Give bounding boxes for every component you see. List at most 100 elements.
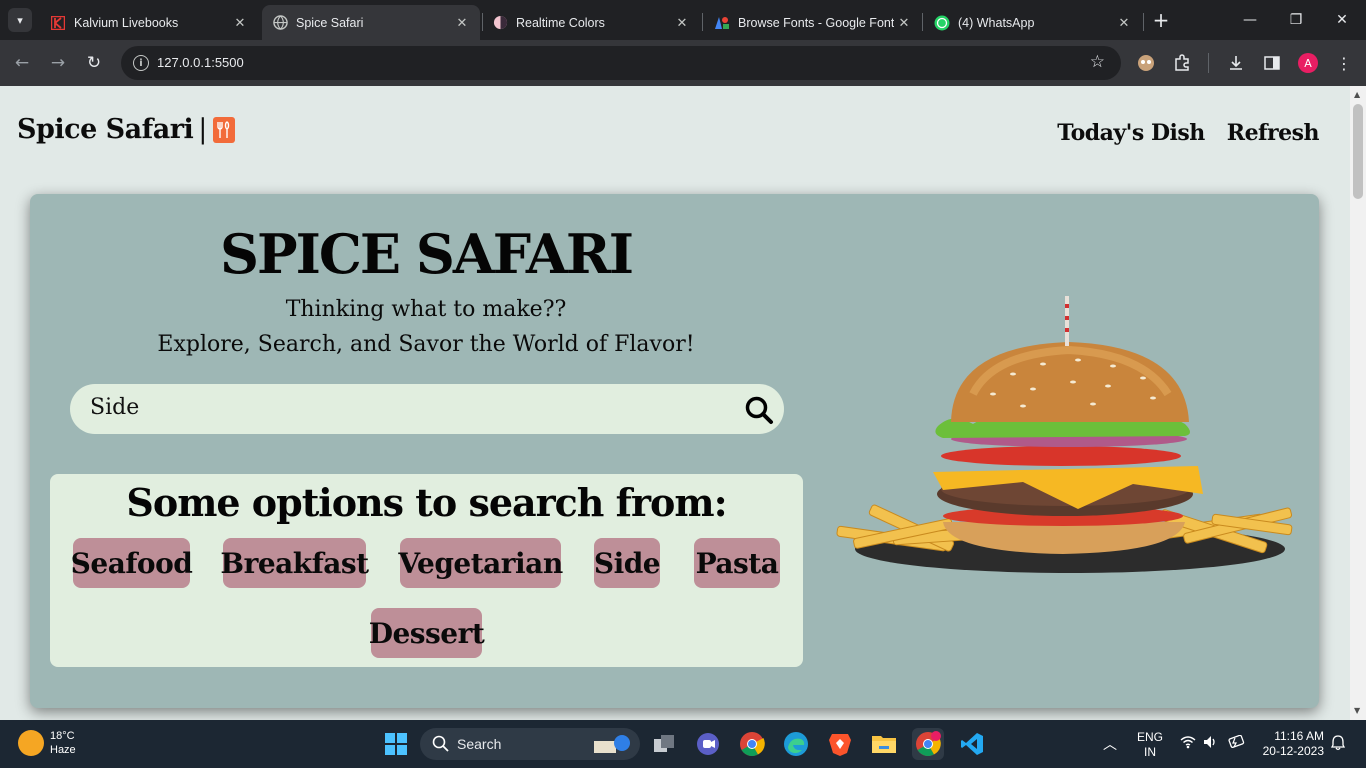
chrome-profile-icon[interactable] bbox=[912, 728, 944, 760]
google-fonts-favicon-icon bbox=[714, 15, 730, 31]
clock[interactable]: 11:16 AM 20-12-2023 bbox=[1258, 729, 1324, 759]
close-icon[interactable]: ✕ bbox=[230, 13, 250, 33]
browser-tab-bar: ▾ Kalvium Livebooks ✕ Spice Safari ✕ Rea… bbox=[0, 0, 1366, 40]
volume-icon[interactable] bbox=[1203, 735, 1219, 752]
tab-search-menu-button[interactable]: ▾ bbox=[8, 8, 32, 32]
tab-google-fonts[interactable]: Browse Fonts - Google Fonts ✕ bbox=[704, 5, 922, 40]
kalvium-favicon-icon bbox=[50, 15, 66, 31]
weather-widget[interactable]: 18°C Haze bbox=[18, 729, 76, 757]
browser-toolbar: ← → ↻ i 127.0.0.1:5500 ☆ ⋮ bbox=[0, 40, 1366, 86]
option-chip-pasta[interactable]: Pasta bbox=[694, 538, 780, 588]
close-icon[interactable]: ✕ bbox=[672, 13, 692, 33]
extension-avatar-icon[interactable] bbox=[1134, 51, 1158, 75]
tab-spice-safari[interactable]: Spice Safari ✕ bbox=[262, 5, 480, 40]
url-text[interactable]: 127.0.0.1:5500 bbox=[157, 55, 244, 70]
tab-kalvium-livebooks[interactable]: Kalvium Livebooks ✕ bbox=[40, 5, 258, 40]
download-icon[interactable] bbox=[1224, 51, 1248, 75]
realtime-colors-favicon-icon bbox=[492, 15, 508, 31]
minimize-window-button[interactable]: — bbox=[1238, 8, 1262, 32]
logo-text: Spice Safari bbox=[17, 114, 194, 145]
option-chip-breakfast[interactable]: Breakfast bbox=[220, 538, 369, 588]
option-chip-dessert[interactable]: Dessert bbox=[369, 608, 485, 658]
page-viewport: Spice Safari | Today's Dish Refresh SPIC… bbox=[0, 86, 1350, 720]
hero-tagline: Explore, Search, and Savor the World of … bbox=[157, 332, 695, 357]
battery-icon[interactable] bbox=[1227, 734, 1245, 752]
close-icon[interactable]: ✕ bbox=[894, 13, 914, 33]
page-scrollbar[interactable]: ▲ ▼ bbox=[1350, 86, 1366, 720]
notification-bell-icon[interactable] bbox=[1330, 735, 1346, 754]
burger-image bbox=[836, 296, 1293, 573]
recipe-search-bar[interactable]: Side bbox=[70, 384, 784, 434]
nav-refresh-link[interactable]: Refresh bbox=[1227, 120, 1320, 146]
whatsapp-favicon-icon bbox=[934, 15, 950, 31]
edge-icon[interactable] bbox=[780, 728, 812, 760]
profile-avatar[interactable]: A bbox=[1298, 53, 1318, 73]
tab-title: (4) WhatsApp bbox=[958, 15, 1035, 30]
taskbar-search-label: Search bbox=[457, 736, 502, 752]
tab-title: Browse Fonts - Google Fonts bbox=[738, 15, 894, 30]
windows-start-icon[interactable] bbox=[380, 728, 412, 760]
weather-haze-icon bbox=[18, 730, 44, 756]
tab-realtime-colors[interactable]: Realtime Colors ✕ bbox=[482, 5, 700, 40]
scroll-down-arrow-icon[interactable]: ▼ bbox=[1354, 706, 1360, 715]
reload-icon[interactable]: ↻ bbox=[82, 51, 106, 75]
tab-divider bbox=[482, 13, 483, 31]
tab-title: Spice Safari bbox=[296, 15, 364, 30]
scroll-up-arrow-icon[interactable]: ▲ bbox=[1354, 90, 1360, 99]
side-panel-icon[interactable] bbox=[1260, 51, 1284, 75]
show-hidden-icons-chevron-icon[interactable]: ︿ bbox=[1103, 734, 1117, 754]
lang-region: IN bbox=[1144, 745, 1156, 759]
clock-date: 20-12-2023 bbox=[1262, 744, 1324, 758]
tab-divider bbox=[922, 13, 923, 31]
close-window-button[interactable]: ✕ bbox=[1330, 8, 1354, 32]
browser-menu-icon[interactable]: ⋮ bbox=[1332, 51, 1356, 75]
logo-divider: | bbox=[198, 114, 207, 145]
wifi-icon[interactable] bbox=[1180, 735, 1196, 752]
bookmark-star-icon[interactable]: ☆ bbox=[1090, 52, 1105, 72]
tab-divider bbox=[702, 13, 703, 31]
toolbar-divider bbox=[1208, 53, 1209, 73]
task-view-icon[interactable] bbox=[648, 728, 680, 760]
site-info-icon[interactable]: i bbox=[133, 55, 149, 71]
weather-temp: 18°C bbox=[50, 730, 75, 742]
fork-spoon-icon bbox=[212, 116, 235, 143]
options-heading: Some options to search from: bbox=[126, 480, 727, 525]
weather-desc: Haze bbox=[50, 744, 76, 756]
clock-time: 11:16 AM bbox=[1274, 729, 1324, 743]
chrome-icon[interactable] bbox=[736, 728, 768, 760]
file-explorer-icon[interactable] bbox=[868, 728, 900, 760]
search-input[interactable]: Side bbox=[90, 395, 139, 420]
hero-card: SPICE SAFARI Thinking what to make?? Exp… bbox=[30, 194, 1319, 708]
search-highlight-icon bbox=[594, 735, 630, 753]
site-logo[interactable]: Spice Safari | bbox=[17, 114, 235, 145]
brave-icon[interactable] bbox=[824, 728, 856, 760]
search-icon bbox=[432, 735, 449, 755]
option-chip-vegetarian[interactable]: Vegetarian bbox=[398, 538, 563, 588]
search-icon[interactable] bbox=[744, 395, 774, 425]
scrollbar-thumb[interactable] bbox=[1353, 104, 1363, 199]
tab-divider bbox=[1143, 13, 1144, 31]
teams-chat-icon[interactable] bbox=[692, 728, 724, 760]
taskbar-search-box[interactable]: Search bbox=[420, 728, 640, 760]
tab-title: Realtime Colors bbox=[516, 15, 605, 30]
language-indicator[interactable]: ENG IN bbox=[1137, 730, 1163, 760]
hero-subtitle: Thinking what to make?? bbox=[285, 297, 567, 322]
address-bar[interactable]: i 127.0.0.1:5500 ☆ bbox=[121, 46, 1121, 80]
new-tab-button[interactable]: + bbox=[1150, 8, 1172, 32]
close-icon[interactable]: ✕ bbox=[1114, 13, 1134, 33]
hero-title: SPICE SAFARI bbox=[220, 222, 634, 286]
search-options-panel: Some options to search from: Seafood Bre… bbox=[50, 474, 803, 667]
tab-whatsapp[interactable]: (4) WhatsApp ✕ bbox=[924, 5, 1142, 40]
site-nav: Today's Dish Refresh bbox=[1057, 120, 1319, 146]
option-chip-seafood[interactable]: Seafood bbox=[71, 538, 193, 588]
restore-window-button[interactable]: ❐ bbox=[1284, 8, 1308, 32]
close-icon[interactable]: ✕ bbox=[452, 13, 472, 33]
lang-code: ENG bbox=[1137, 730, 1164, 744]
globe-icon bbox=[272, 15, 288, 31]
nav-todays-dish-link[interactable]: Today's Dish bbox=[1057, 120, 1205, 146]
forward-arrow-icon[interactable]: → bbox=[46, 51, 70, 75]
extensions-puzzle-icon[interactable] bbox=[1170, 51, 1194, 75]
vscode-icon[interactable] bbox=[956, 728, 988, 760]
back-arrow-icon[interactable]: ← bbox=[10, 51, 34, 75]
option-chip-side[interactable]: Side bbox=[594, 538, 661, 588]
